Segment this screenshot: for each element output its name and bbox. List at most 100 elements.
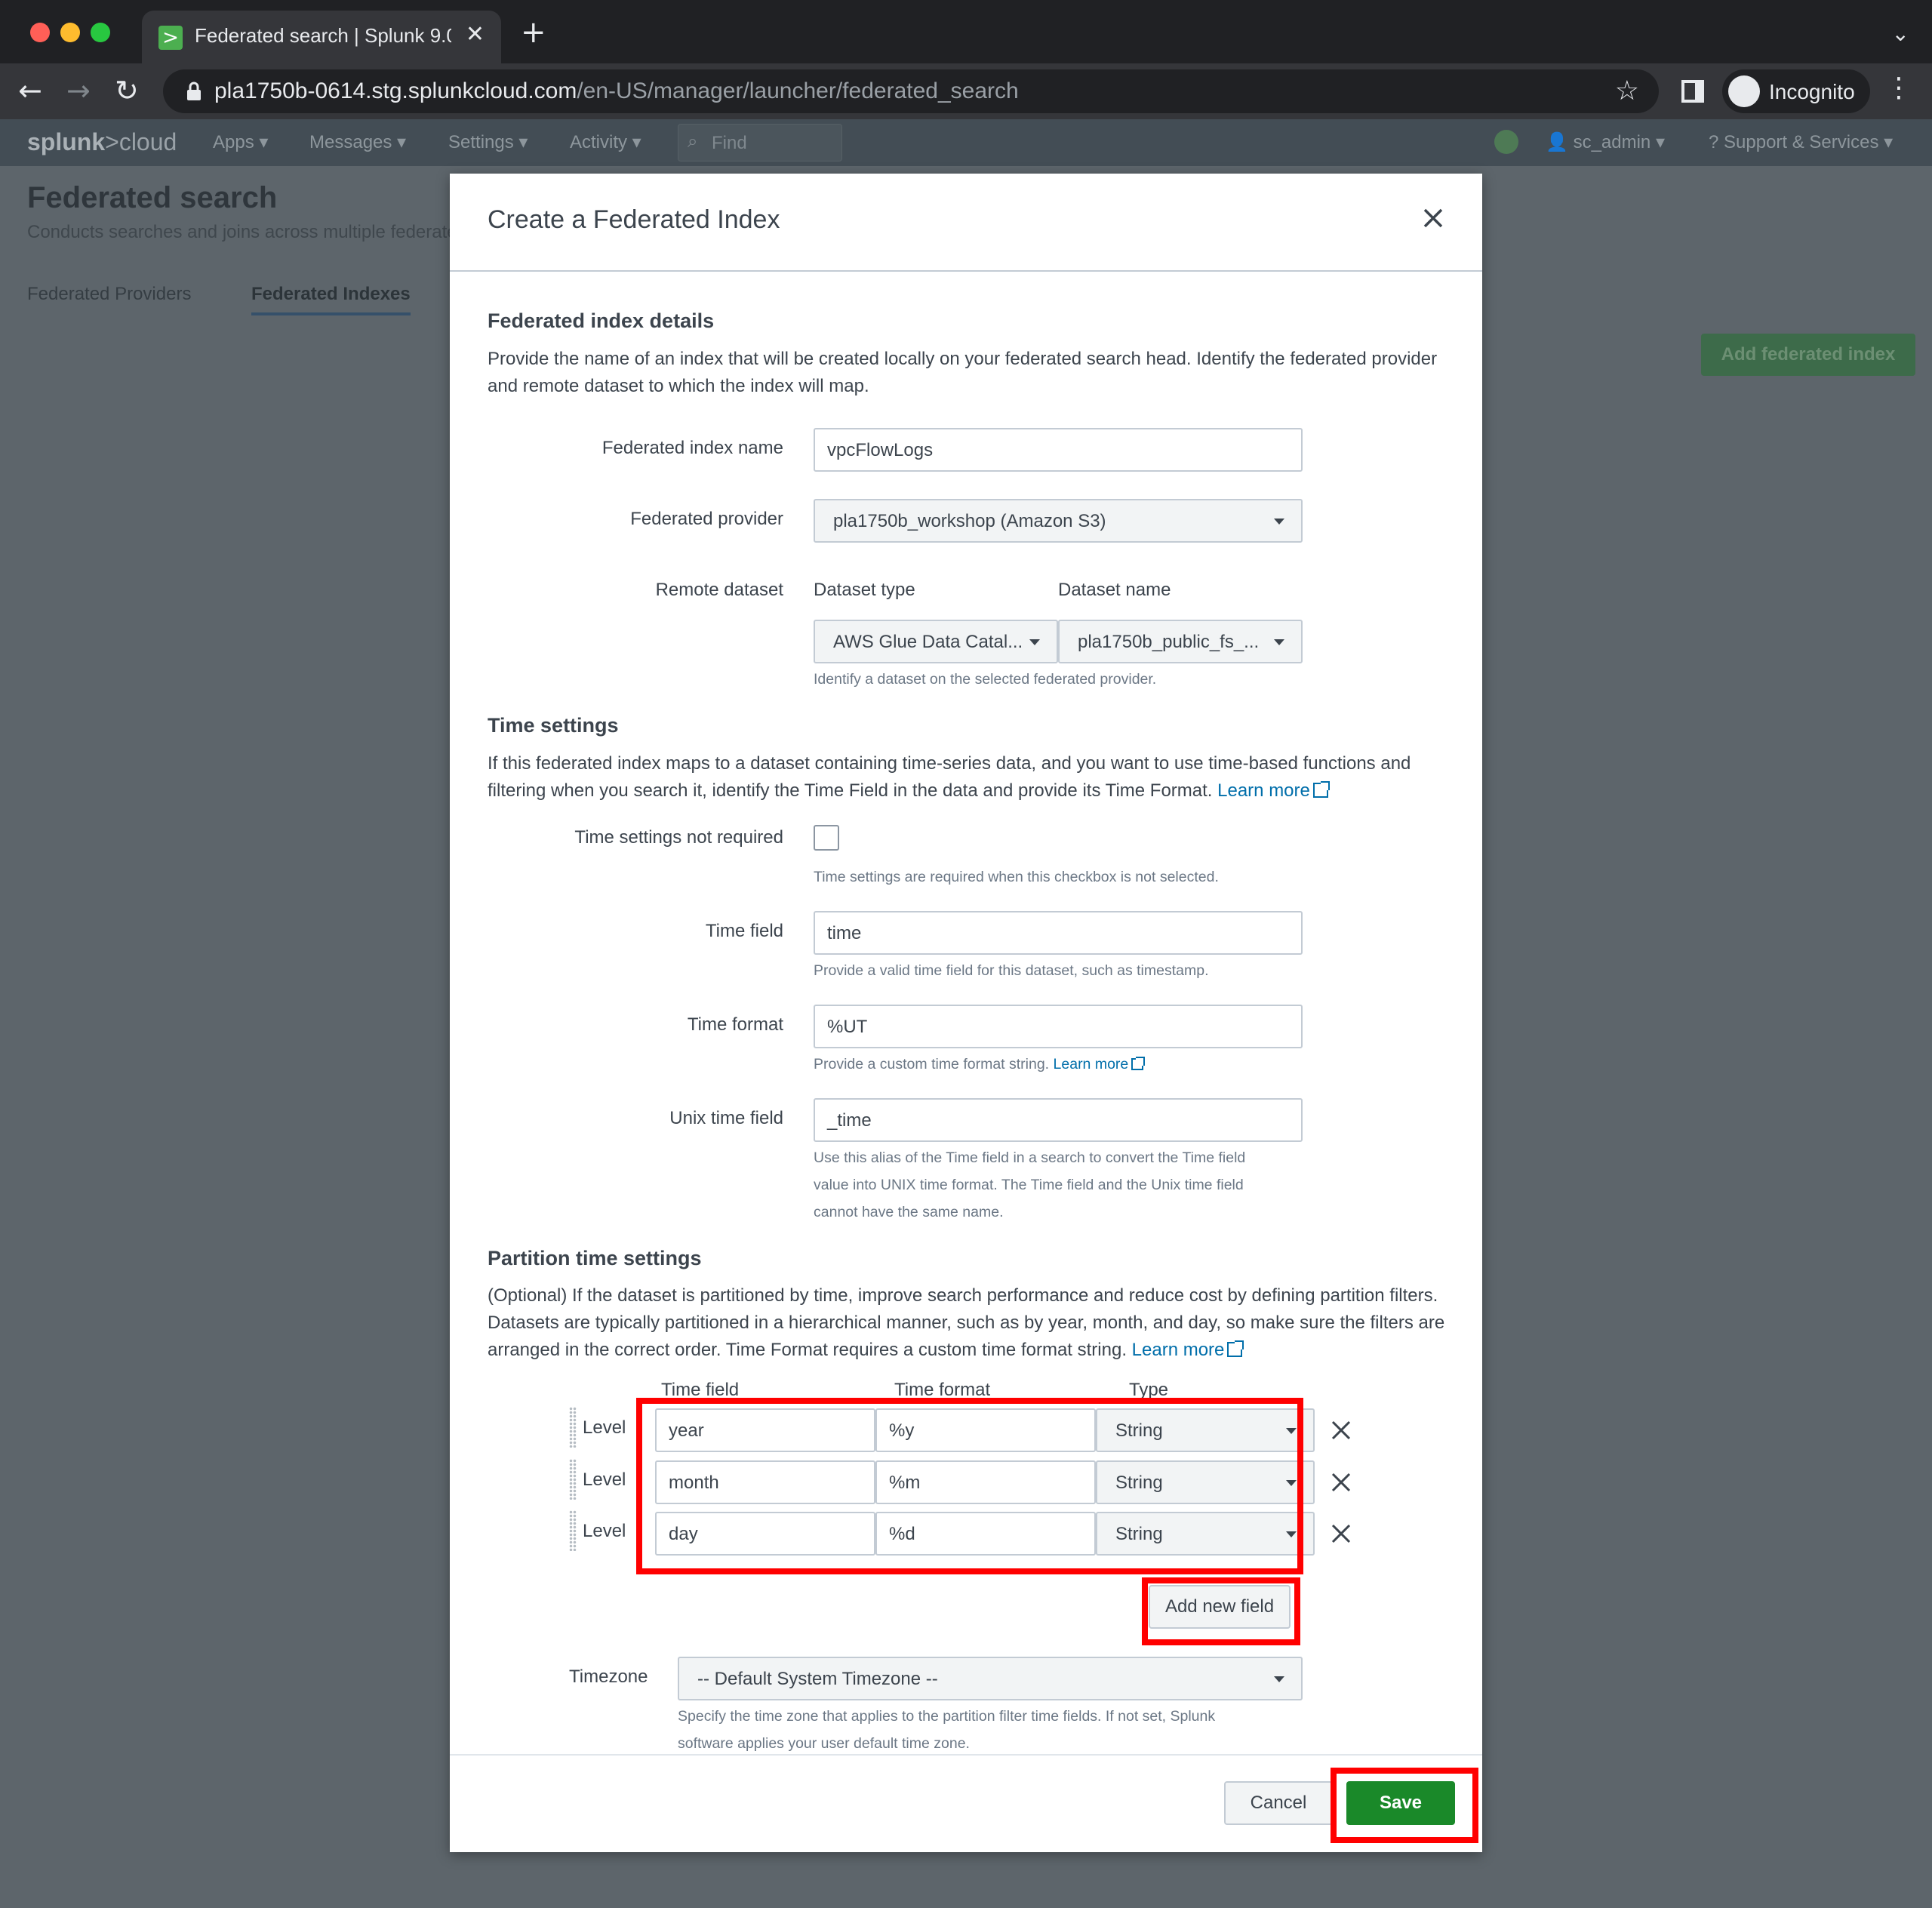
forward-icon[interactable]: →	[66, 74, 91, 107]
time-format-label: Time format	[687, 1014, 783, 1035]
minimize-window-button[interactable]	[60, 23, 80, 42]
time-field-input[interactable]: time	[814, 911, 1303, 955]
col-time-format: Time format	[894, 1380, 991, 1400]
tab-close-icon[interactable]: ✕	[466, 21, 485, 48]
time-not-required-checkbox[interactable]	[814, 825, 839, 851]
partition-type-value: String	[1115, 1524, 1163, 1544]
side-panel-icon[interactable]	[1681, 80, 1704, 103]
chevron-down-icon	[1274, 639, 1284, 645]
back-icon[interactable]: ←	[18, 74, 42, 107]
partition-format-input[interactable]: %y	[875, 1408, 1096, 1452]
bookmark-star-icon[interactable]: ☆	[1615, 75, 1639, 106]
remove-row-icon[interactable]	[1330, 1471, 1352, 1494]
chevron-down-icon	[1286, 1531, 1297, 1537]
index-name-input[interactable]: vpcFlowLogs	[814, 428, 1303, 472]
splunk-cloud-logo[interactable]: splunk>cloud	[27, 128, 177, 156]
cancel-button[interactable]: Cancel	[1224, 1781, 1333, 1825]
incognito-badge[interactable]: Incognito	[1722, 69, 1870, 113]
time-format-input[interactable]: %UT	[814, 1005, 1303, 1048]
splunk-favicon-icon: >	[158, 26, 183, 50]
dataset-name-label: Dataset name	[1058, 580, 1171, 600]
find-search-input[interactable]: ⌕ Find	[678, 124, 842, 162]
provider-value: pla1750b_workshop (Amazon S3)	[833, 511, 1106, 531]
timezone-value: -- Default System Timezone --	[697, 1669, 938, 1689]
partition-type-select[interactable]: String	[1096, 1408, 1315, 1452]
partition-type-value: String	[1115, 1420, 1163, 1441]
time-settings-heading: Time settings	[488, 714, 619, 737]
details-description: Provide the name of an index that will b…	[488, 349, 1438, 396]
timezone-label: Timezone	[569, 1666, 648, 1687]
url-text: pla1750b-0614.stg.splunkcloud.com/en-US/…	[214, 78, 1019, 103]
tab-federated-providers[interactable]: Federated Providers	[27, 284, 191, 305]
add-new-field-button[interactable]: Add new field	[1149, 1585, 1291, 1629]
external-link-icon	[1131, 1057, 1146, 1070]
partition-type-select[interactable]: String	[1096, 1460, 1315, 1504]
partition-learn-more-link[interactable]: Learn more	[1132, 1340, 1244, 1360]
time-format-learn-more-link[interactable]: Learn more	[1054, 1056, 1146, 1072]
timezone-select[interactable]: -- Default System Timezone --	[678, 1657, 1303, 1700]
partition-format-input[interactable]: %d	[875, 1512, 1096, 1556]
dataset-name-value: pla1750b_public_fs_...	[1078, 632, 1260, 652]
search-icon: ⌕	[688, 131, 698, 152]
drag-handle-icon[interactable]	[569, 1510, 577, 1551]
close-window-button[interactable]	[30, 23, 50, 42]
maximize-window-button[interactable]	[91, 23, 110, 42]
partition-description: (Optional) If the dataset is partitioned…	[488, 1285, 1445, 1360]
partition-field-input[interactable]: month	[655, 1460, 875, 1504]
timezone-help-line-2: software applies your user default time …	[678, 1735, 970, 1752]
tab-federated-indexes[interactable]: Federated Indexes	[251, 284, 411, 315]
page-title: Federated search	[27, 181, 278, 214]
support-menu[interactable]: ? Support & Services ▾	[1709, 131, 1893, 153]
tab-search-chevron-icon[interactable]: ⌄	[1892, 21, 1909, 46]
dataset-type-select[interactable]: AWS Glue Data Catal...	[814, 620, 1058, 663]
splunk-app-bar: splunk>cloud Apps ▾ Messages ▾ Settings …	[0, 119, 1932, 166]
browser-menu-icon[interactable]: ⋮	[1885, 72, 1912, 103]
learn-more-link[interactable]: Learn more	[1217, 780, 1330, 801]
time-settings-description: If this federated index maps to a datase…	[488, 753, 1411, 801]
unix-time-field-input[interactable]: _time	[814, 1098, 1303, 1142]
partition-field-input[interactable]: day	[655, 1512, 875, 1556]
lock-icon	[187, 82, 201, 100]
health-status-icon[interactable]	[1494, 130, 1518, 154]
partition-field-input[interactable]: year	[655, 1408, 875, 1452]
address-bar[interactable]: pla1750b-0614.stg.splunkcloud.com/en-US/…	[163, 69, 1659, 113]
time-not-required-label: Time settings not required	[574, 827, 783, 848]
user-menu[interactable]: 👤 sc_admin ▾	[1546, 131, 1665, 153]
nav-activity-menu[interactable]: Activity ▾	[570, 131, 641, 153]
chevron-down-icon	[1029, 639, 1040, 645]
dataset-type-value: AWS Glue Data Catal...	[833, 632, 1023, 652]
close-icon[interactable]	[1420, 205, 1446, 231]
unix-help-line-3: cannot have the same name.	[814, 1204, 1004, 1220]
partition-format-input[interactable]: %m	[875, 1460, 1096, 1504]
drag-handle-icon[interactable]	[569, 1459, 577, 1500]
new-tab-icon[interactable]: +	[521, 15, 546, 50]
page-subtitle: Conducts searches and joins across multi…	[27, 222, 450, 242]
modal-footer: Cancel Save	[450, 1754, 1482, 1852]
index-name-label: Federated index name	[601, 438, 783, 458]
nav-apps-menu[interactable]: Apps ▾	[213, 131, 268, 153]
dataset-type-label: Dataset type	[814, 580, 915, 600]
help-icon: ?	[1709, 132, 1724, 152]
nav-settings-menu[interactable]: Settings ▾	[448, 131, 528, 153]
browser-tab[interactable]: > Federated search | Splunk 9.0. ✕	[142, 11, 501, 63]
save-button[interactable]: Save	[1346, 1781, 1455, 1825]
level-label: Level 1	[583, 1417, 628, 1438]
drag-handle-icon[interactable]	[569, 1407, 577, 1448]
dataset-name-select[interactable]: pla1750b_public_fs_...	[1058, 620, 1303, 663]
add-federated-index-button[interactable]: Add federated index	[1701, 334, 1915, 376]
provider-select[interactable]: pla1750b_workshop (Amazon S3)	[814, 499, 1303, 543]
remote-dataset-label: Remote dataset	[655, 580, 783, 600]
chevron-down-icon	[1286, 1428, 1297, 1434]
external-link-icon	[1227, 1340, 1244, 1357]
incognito-icon	[1728, 75, 1760, 107]
remove-row-icon[interactable]	[1330, 1522, 1352, 1545]
level-label: Level 3	[583, 1521, 628, 1541]
dataset-help: Identify a dataset on the selected feder…	[814, 671, 1157, 688]
nav-messages-menu[interactable]: Messages ▾	[309, 131, 406, 153]
reload-icon[interactable]: ↻	[115, 74, 139, 107]
chevron-down-icon	[1274, 519, 1284, 525]
remove-row-icon[interactable]	[1330, 1419, 1352, 1442]
unix-help-line-1: Use this alias of the Time field in a se…	[814, 1149, 1246, 1166]
partition-type-select[interactable]: String	[1096, 1512, 1315, 1556]
level-label: Level 2	[583, 1469, 628, 1490]
